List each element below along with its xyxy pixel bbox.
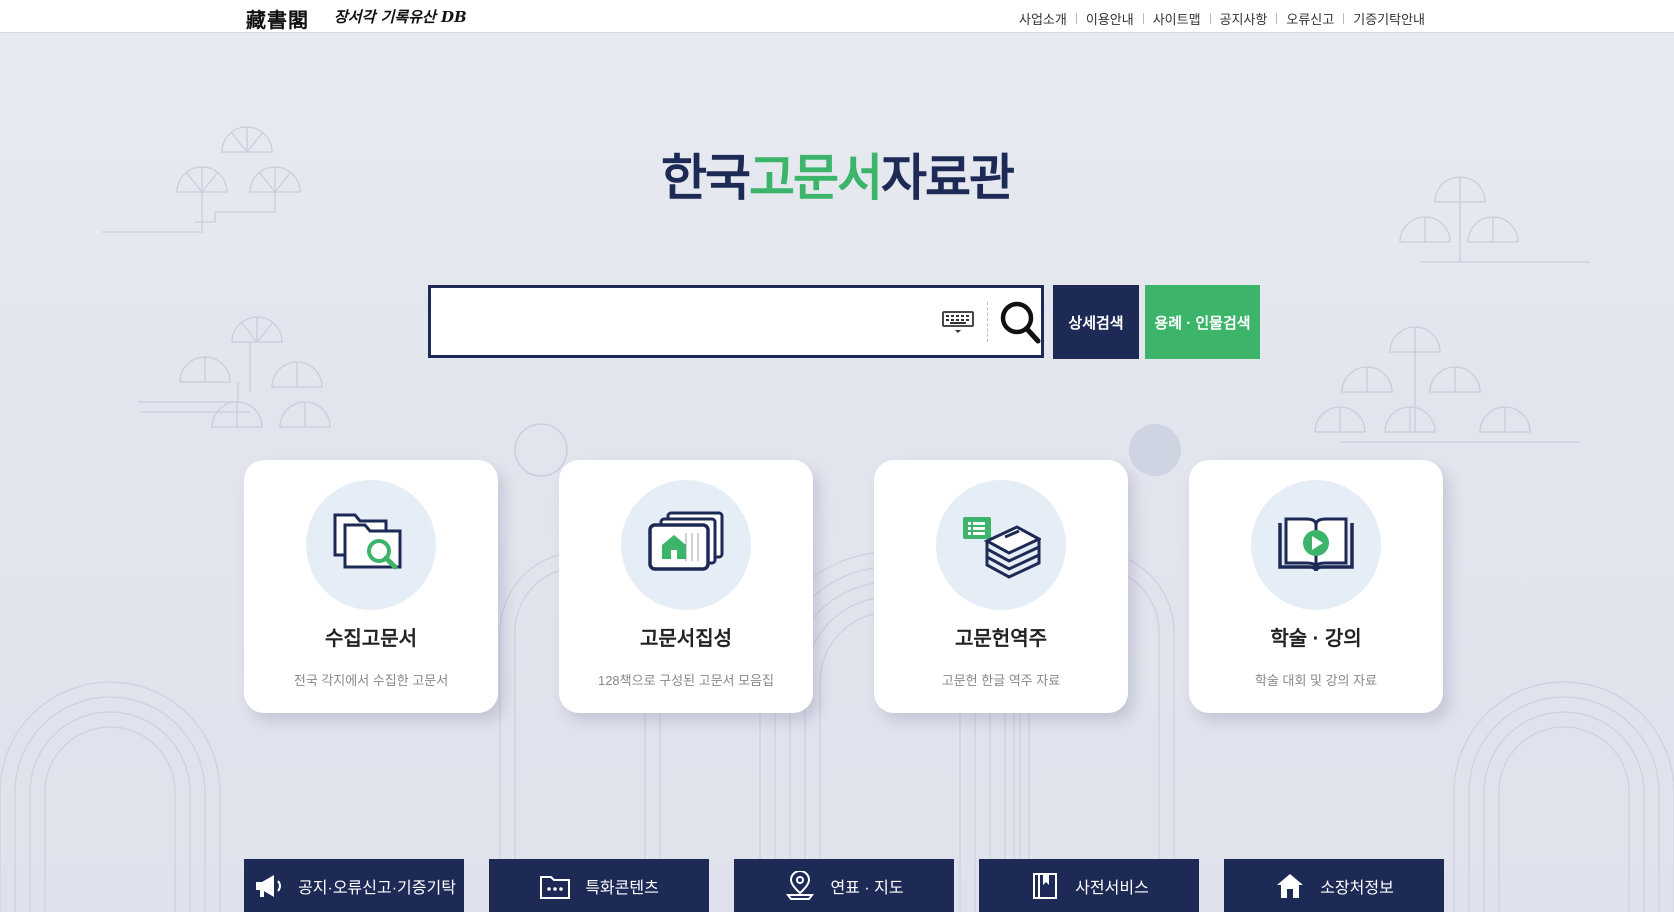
term-person-search-button[interactable]: 용례 · 인물검색	[1145, 285, 1260, 359]
page-title-part2: 고문서	[749, 150, 883, 206]
page-title-part1: 한국	[661, 150, 751, 206]
card-icon-circle	[1251, 480, 1381, 610]
card-description: 학술 대회 및 강의 자료	[1254, 673, 1378, 688]
top-nav: 사업소개 이용안내 사이트맵 공지사항 오류신고 기증기탁안내	[1010, 9, 1434, 28]
nav-item-about[interactable]: 사업소개	[1010, 9, 1076, 28]
card-title: 고문서집성	[640, 628, 732, 650]
nav-item-error-report[interactable]: 오류신고	[1277, 9, 1343, 28]
quick-link-notice-report-donation[interactable]: 공지·오류신고·기증기탁	[244, 859, 464, 912]
search-input[interactable]	[441, 300, 945, 346]
card-title: 학술 · 강의	[1270, 628, 1362, 650]
folder-dots-icon	[540, 875, 571, 899]
page-title: 한국고문서자료관	[0, 138, 1674, 210]
card-title: 고문헌역주	[955, 628, 1047, 650]
card-title: 수집고문서	[325, 628, 417, 650]
quick-link-label: 사전서비스	[1075, 879, 1149, 897]
card-icon-circle	[936, 480, 1066, 610]
bookmark-book-icon	[1033, 872, 1058, 899]
quick-link-dictionary-service[interactable]: 사전서비스	[979, 859, 1199, 912]
card-description: 전국 각지에서 수집한 고문서	[293, 673, 449, 688]
card-collected-documents[interactable]: 수집고문서 전국 각지에서 수집한 고문서	[244, 460, 498, 713]
card-academic-lectures[interactable]: 학술 · 강의 학술 대회 및 강의 자료	[1189, 460, 1443, 713]
megaphone-icon	[256, 874, 282, 897]
card-icon-circle	[621, 480, 751, 610]
page-title-part3: 자료관	[881, 150, 1015, 206]
card-icon-circle	[306, 480, 436, 610]
document-collection-icon	[648, 511, 724, 571]
home-icon	[1277, 873, 1304, 898]
book-stack-icon	[963, 517, 1041, 579]
quick-link-special-contents[interactable]: 특화콘텐츠	[489, 859, 709, 912]
search-icon[interactable]	[997, 298, 1043, 346]
quick-link-label: 소장처정보	[1320, 879, 1394, 897]
map-pin-icon	[786, 870, 815, 900]
nav-item-sitemap[interactable]: 사이트맵	[1144, 9, 1210, 28]
nav-item-notice[interactable]: 공지사항	[1211, 9, 1277, 28]
quick-link-label: 연표 · 지도	[830, 879, 904, 897]
card-description: 고문헌 한글 역주 자료	[941, 673, 1061, 688]
keyboard-icon[interactable]	[941, 308, 975, 336]
card-description: 128책으로 구성된 고문서 모음집	[597, 673, 775, 688]
nav-item-guide[interactable]: 이용안내	[1077, 9, 1143, 28]
search-box	[428, 285, 1044, 358]
card-annotated-texts[interactable]: 고문헌역주 고문헌 한글 역주 자료	[874, 460, 1128, 713]
quick-link-chronology-map[interactable]: 연표 · 지도	[734, 859, 954, 912]
site-logo-hanja[interactable]: 藏書閣	[246, 4, 309, 33]
search-divider	[987, 302, 989, 342]
quick-link-holding-info[interactable]: 소장처정보	[1224, 859, 1444, 912]
book-play-icon	[1278, 517, 1354, 572]
folder-search-icon	[333, 513, 402, 570]
quick-link-label: 특화콘텐츠	[585, 879, 659, 897]
card-document-collection[interactable]: 고문서집성 128책으로 구성된 고문서 모음집	[559, 460, 813, 713]
top-bar: 藏書閣 장서각 기록유산 DB 사업소개 이용안내 사이트맵 공지사항 오류신고…	[0, 0, 1674, 33]
detail-search-button[interactable]: 상세검색	[1053, 285, 1139, 359]
nav-item-donation-guide[interactable]: 기증기탁안내	[1344, 9, 1434, 28]
site-logo-subtitle[interactable]: 장서각 기록유산 DB	[334, 6, 467, 27]
quick-link-label: 공지·오류신고·기증기탁	[298, 879, 456, 897]
